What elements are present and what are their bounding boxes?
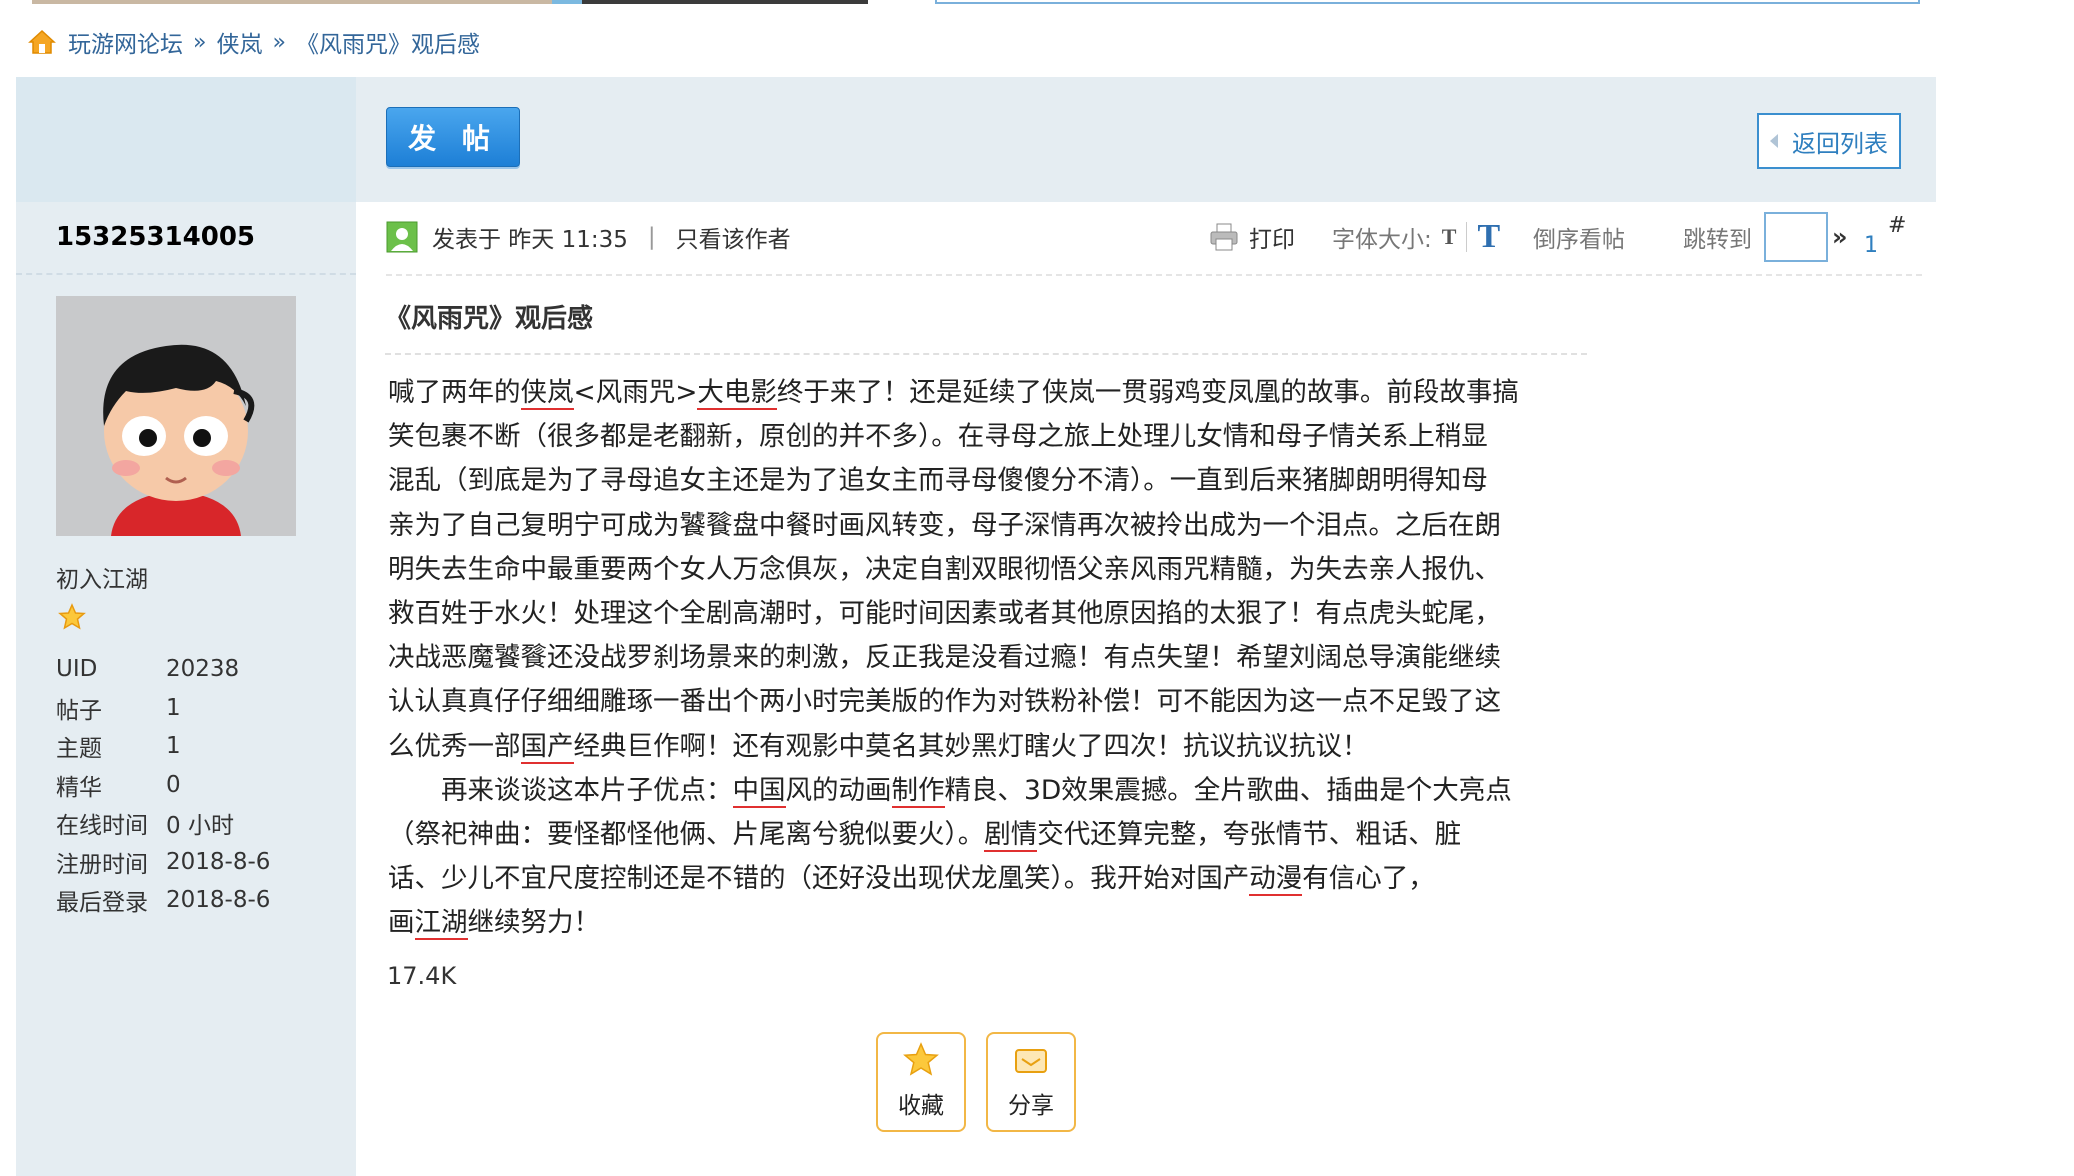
reverse-order-link[interactable]: 倒序看帖 — [1533, 217, 1625, 257]
home-icon[interactable] — [28, 29, 56, 55]
stat-row: 帖子 1 — [56, 694, 181, 724]
stat-row: UID 20238 — [56, 656, 240, 683]
avatar-image — [56, 296, 296, 536]
envelope-icon — [1015, 1049, 1047, 1073]
user-online-icon — [386, 221, 418, 253]
only-author-link[interactable]: 只看该作者 — [676, 220, 791, 254]
back-to-list-button[interactable]: 返回列表 — [1757, 113, 1901, 169]
favorite-button[interactable]: 收藏 — [876, 1032, 966, 1132]
post-size: 17.4K — [387, 962, 457, 990]
star-icon — [58, 603, 86, 630]
divider — [386, 274, 1922, 276]
header-search-box[interactable] — [935, 0, 1920, 4]
breadcrumb: 玩游网论坛 » 侠岚 » 《风雨咒》观后感 — [28, 24, 480, 60]
breadcrumb-separator: » — [193, 29, 207, 55]
post-content: 喊了两年的侠岚<风雨咒>大电影终于来了！还是延续了侠岚一贯弱鸡变凤凰的故事。前段… — [388, 377, 1519, 941]
arrow-left-icon — [1770, 134, 1778, 148]
share-button[interactable]: 分享 — [986, 1032, 1076, 1132]
author-stats: UID 20238 帖子 1 主题 1 精华 0 在线时间 0 小时 注册时间 2018-8… — [56, 650, 270, 920]
jump-go-button[interactable]: » — [1832, 223, 1848, 251]
avatar[interactable] — [56, 296, 296, 536]
author-username[interactable]: 15325314005 — [56, 222, 255, 252]
font-large-button[interactable]: T — [1477, 218, 1500, 256]
stat-row: 精华 0 — [56, 771, 181, 801]
stat-row: 在线时间 0 小时 — [56, 813, 234, 840]
jump-to-floor: 跳转到 » — [1683, 212, 1848, 262]
breadcrumb-thread[interactable]: 《风雨咒》观后感 — [296, 25, 480, 59]
post-time: 发表于 昨天 11:35 — [432, 227, 628, 253]
jump-floor-input[interactable] — [1764, 212, 1828, 262]
back-to-list-label: 返回列表 — [1792, 129, 1888, 158]
header-banner — [32, 0, 868, 4]
thread-toolbar — [356, 77, 1936, 202]
divider — [385, 353, 1587, 355]
font-small-button[interactable]: T — [1442, 224, 1457, 250]
floor-number[interactable]: 1# — [1864, 213, 1906, 258]
new-post-button[interactable]: 发 帖 — [386, 107, 520, 167]
stat-row: 最后登录 2018-8-6 — [56, 887, 271, 917]
stat-row: 注册时间 2018-8-6 — [56, 848, 271, 878]
star-icon — [903, 1042, 939, 1076]
divider — [16, 273, 356, 275]
print-link[interactable]: 打印 — [1209, 217, 1295, 257]
breadcrumb-forum[interactable]: 玩游网论坛 — [68, 25, 183, 59]
font-size-control: 字体大小: T T — [1332, 218, 1501, 256]
breadcrumb-board[interactable]: 侠岚 — [216, 25, 262, 59]
printer-icon — [1210, 223, 1238, 251]
breadcrumb-separator: » — [272, 29, 286, 55]
stat-row: 主题 1 — [56, 733, 181, 763]
post-title: 《风雨咒》观后感 — [385, 304, 594, 334]
author-rank: 初入江湖 — [56, 567, 148, 593]
